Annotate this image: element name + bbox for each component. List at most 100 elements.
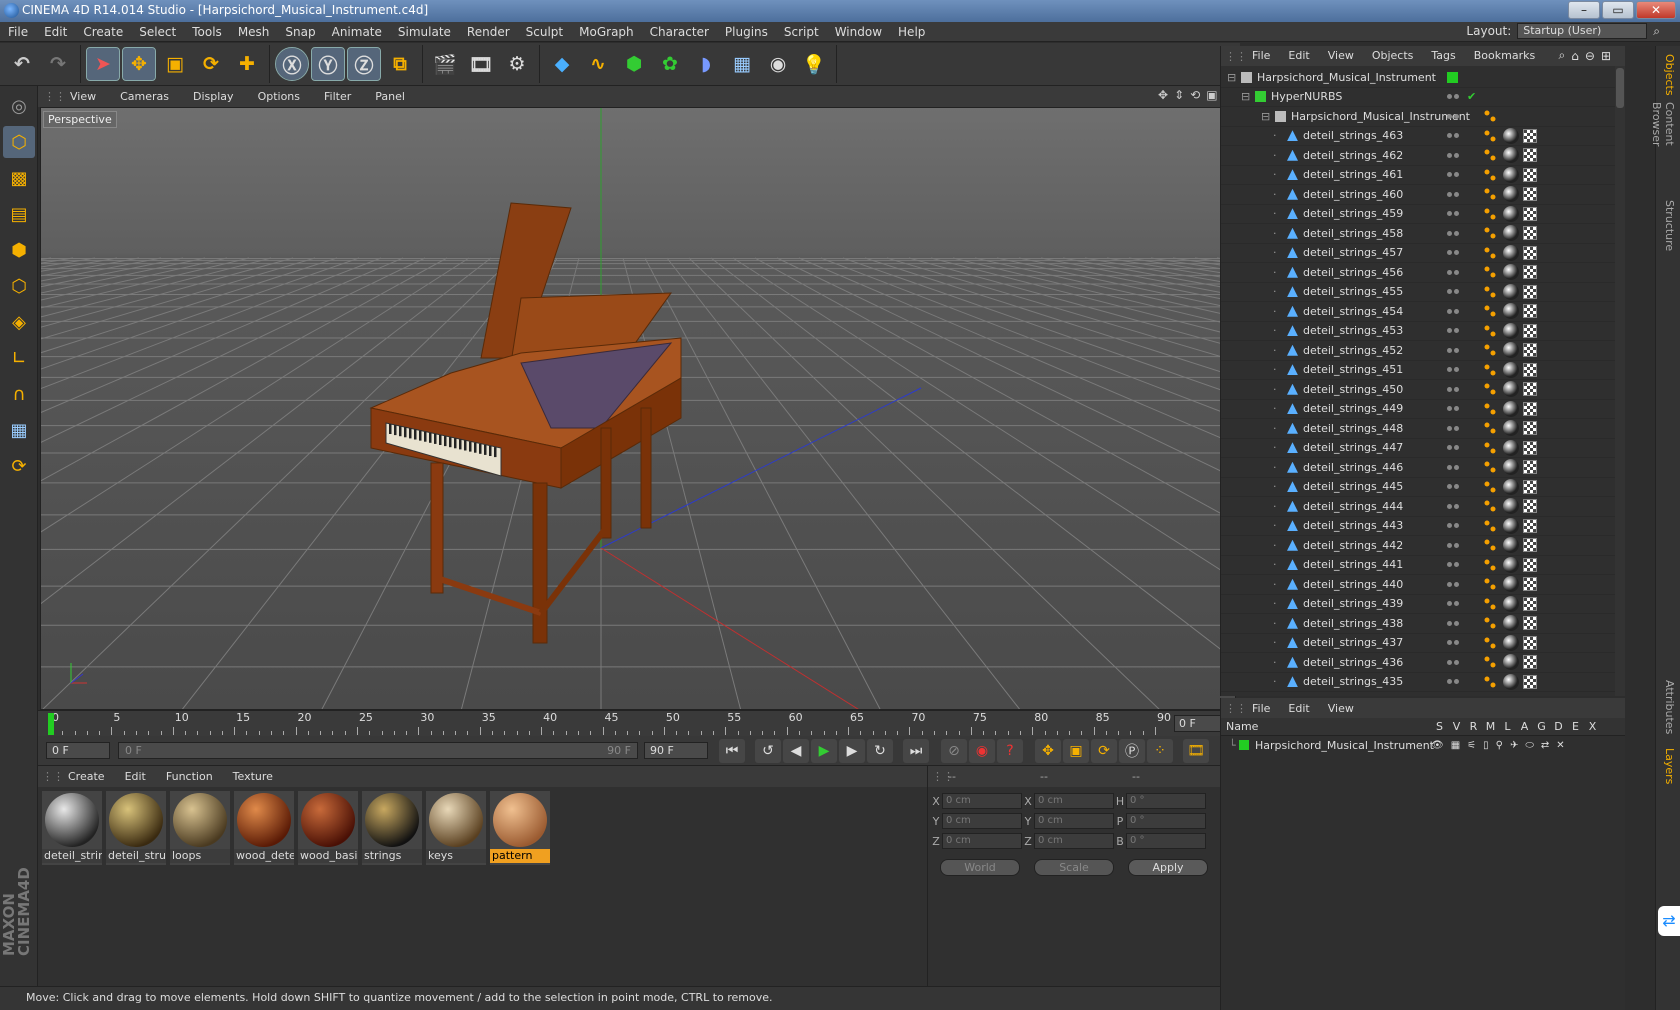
menu-animate[interactable]: Animate bbox=[324, 22, 390, 42]
phong-tag-icon[interactable] bbox=[1483, 636, 1497, 650]
phong-tag-icon[interactable] bbox=[1483, 597, 1497, 611]
material-tag-icon[interactable] bbox=[1503, 303, 1519, 320]
phong-tag-icon[interactable] bbox=[1483, 363, 1497, 377]
material-swatch[interactable]: deteil_strin bbox=[42, 791, 102, 865]
phong-tag-icon[interactable] bbox=[1483, 148, 1497, 162]
visibility-dots[interactable] bbox=[1447, 269, 1461, 275]
visibility-dots[interactable] bbox=[1447, 386, 1461, 392]
visibility-dots[interactable] bbox=[1447, 445, 1461, 451]
home-icon[interactable]: ⌂ bbox=[1571, 49, 1579, 63]
texture-tag-icon[interactable] bbox=[1523, 655, 1537, 670]
tree-toggle-icon[interactable]: · bbox=[1273, 168, 1277, 181]
tree-toggle-icon[interactable]: · bbox=[1273, 285, 1277, 298]
zoom-view-icon[interactable]: ⇕ bbox=[1174, 88, 1184, 102]
layer-column-g[interactable]: G bbox=[1533, 720, 1550, 733]
phong-tag-icon[interactable] bbox=[1483, 558, 1497, 572]
layer-column-r[interactable]: R bbox=[1465, 720, 1482, 733]
texture-tag-icon[interactable] bbox=[1523, 538, 1537, 553]
material-tag-icon[interactable] bbox=[1503, 186, 1519, 203]
object-row[interactable]: ⊟ Harpsichord_Musical_Instrument bbox=[1221, 68, 1616, 88]
tree-toggle-icon[interactable]: · bbox=[1273, 461, 1277, 474]
object-scrollbar[interactable] bbox=[1615, 66, 1625, 696]
layer-column-name[interactable]: Name bbox=[1221, 720, 1431, 733]
frame-ruler[interactable]: 0 5 10 15 20 25 30 35 40 45 50 55 60 65 70 75 80 85 90 bbox=[50, 711, 1171, 737]
material-tag-icon[interactable] bbox=[1503, 420, 1519, 437]
menu-edit[interactable]: Edit bbox=[36, 22, 75, 42]
texture-tag-icon[interactable] bbox=[1523, 128, 1537, 143]
texture-tag-icon[interactable] bbox=[1523, 323, 1537, 338]
object-row[interactable]: · deteil_strings_446 bbox=[1221, 458, 1616, 478]
coord-value-field[interactable]: 0 cm bbox=[1034, 813, 1114, 829]
polygons-mode-icon[interactable]: ◈ bbox=[3, 306, 35, 338]
visibility-dots[interactable] bbox=[1447, 425, 1461, 431]
layer-column-v[interactable]: V bbox=[1448, 720, 1465, 733]
apply-button[interactable]: Apply bbox=[1128, 859, 1208, 876]
array-icon[interactable]: ✿ bbox=[654, 48, 686, 80]
material-tag-icon[interactable] bbox=[1503, 478, 1519, 495]
material-tag-icon[interactable] bbox=[1503, 381, 1519, 398]
material-tag-icon[interactable] bbox=[1503, 459, 1519, 476]
close-button[interactable]: ✕ bbox=[1636, 1, 1676, 19]
visibility-dots[interactable] bbox=[1447, 328, 1461, 334]
object-row[interactable]: · deteil_strings_454 bbox=[1221, 302, 1616, 322]
enabled-check-icon[interactable]: ✔ bbox=[1467, 90, 1476, 103]
visibility-dots[interactable] bbox=[1447, 562, 1461, 568]
key-pla-icon[interactable]: ⁘ bbox=[1147, 738, 1173, 763]
layer-column-m[interactable]: M bbox=[1482, 720, 1499, 733]
phong-tag-icon[interactable] bbox=[1483, 402, 1497, 416]
texture-tag-icon[interactable] bbox=[1523, 148, 1537, 163]
phong-tag-icon[interactable] bbox=[1483, 343, 1497, 357]
object-row[interactable]: · deteil_strings_438 bbox=[1221, 614, 1616, 634]
viewport-menu-cameras[interactable]: Cameras bbox=[108, 86, 181, 107]
visibility-dots[interactable] bbox=[1447, 601, 1461, 607]
visibility-dots[interactable] bbox=[1447, 679, 1461, 685]
object-row[interactable]: · deteil_strings_450 bbox=[1221, 380, 1616, 400]
material-swatch[interactable]: wood_basi bbox=[298, 791, 358, 865]
material-tag-icon[interactable] bbox=[1503, 342, 1519, 359]
visibility-dots[interactable] bbox=[1447, 464, 1461, 470]
material-menu-function[interactable]: Function bbox=[156, 766, 223, 787]
visibility-dots[interactable] bbox=[1447, 308, 1461, 314]
material-swatch[interactable]: deteil_strui bbox=[106, 791, 166, 865]
start-frame-field[interactable]: 0 F bbox=[46, 742, 110, 759]
redo-icon[interactable]: ↷ bbox=[42, 48, 74, 80]
phong-tag-icon[interactable] bbox=[1483, 675, 1497, 689]
key-parameter-icon[interactable]: Ⓟ bbox=[1119, 738, 1145, 763]
tree-toggle-icon[interactable]: · bbox=[1273, 617, 1277, 630]
layer-column-s[interactable]: S bbox=[1431, 720, 1448, 733]
material-tag-icon[interactable] bbox=[1503, 361, 1519, 378]
layer-flag-icon[interactable]: ⇄ bbox=[1541, 740, 1549, 751]
object-menu-file[interactable]: File bbox=[1243, 46, 1279, 66]
tree-toggle-icon[interactable]: · bbox=[1273, 305, 1277, 318]
viewport-menu-options[interactable]: Options bbox=[246, 86, 312, 107]
tree-toggle-icon[interactable]: ⊟ bbox=[1227, 71, 1236, 84]
coord-value-field[interactable]: 0 cm bbox=[1034, 793, 1114, 809]
tab-layers[interactable]: Layers bbox=[1660, 748, 1676, 788]
texture-tag-icon[interactable] bbox=[1523, 226, 1537, 241]
render-view-icon[interactable]: 🎬 bbox=[429, 48, 461, 80]
texture-tag-icon[interactable] bbox=[1523, 479, 1537, 494]
layer-flag-icon[interactable]: ⬭ bbox=[1525, 740, 1534, 751]
visibility-dots[interactable] bbox=[1447, 172, 1461, 178]
go-to-start-icon[interactable]: ⏮ bbox=[719, 738, 745, 763]
material-tag-icon[interactable] bbox=[1503, 205, 1519, 222]
x-axis-icon[interactable]: Ⓧ bbox=[275, 47, 309, 81]
object-row[interactable]: · deteil_strings_442 bbox=[1221, 536, 1616, 556]
coord-value-field[interactable]: 0 cm bbox=[942, 813, 1022, 829]
menu-create[interactable]: Create bbox=[75, 22, 131, 42]
phong-tag-icon[interactable] bbox=[1483, 655, 1497, 669]
menu-help[interactable]: Help bbox=[890, 22, 933, 42]
menu-render[interactable]: Render bbox=[459, 22, 518, 42]
visibility-dots[interactable] bbox=[1447, 289, 1461, 295]
menu-character[interactable]: Character bbox=[642, 22, 717, 42]
object-row[interactable]: · deteil_strings_447 bbox=[1221, 439, 1616, 458]
texture-mode-icon[interactable]: ▩ bbox=[3, 162, 35, 194]
points-mode-icon[interactable]: ⬢ bbox=[3, 234, 35, 266]
layer-flag-icon[interactable]: ✈ bbox=[1510, 740, 1518, 751]
layer-menu-edit[interactable]: Edit bbox=[1279, 702, 1318, 715]
tree-toggle-icon[interactable]: · bbox=[1273, 578, 1277, 591]
phong-tag-icon[interactable] bbox=[1483, 499, 1497, 513]
object-row[interactable]: ⊟ HyperNURBS ✔ bbox=[1221, 88, 1616, 107]
texture-tag-icon[interactable] bbox=[1523, 382, 1537, 397]
tree-toggle-icon[interactable]: · bbox=[1273, 188, 1277, 201]
